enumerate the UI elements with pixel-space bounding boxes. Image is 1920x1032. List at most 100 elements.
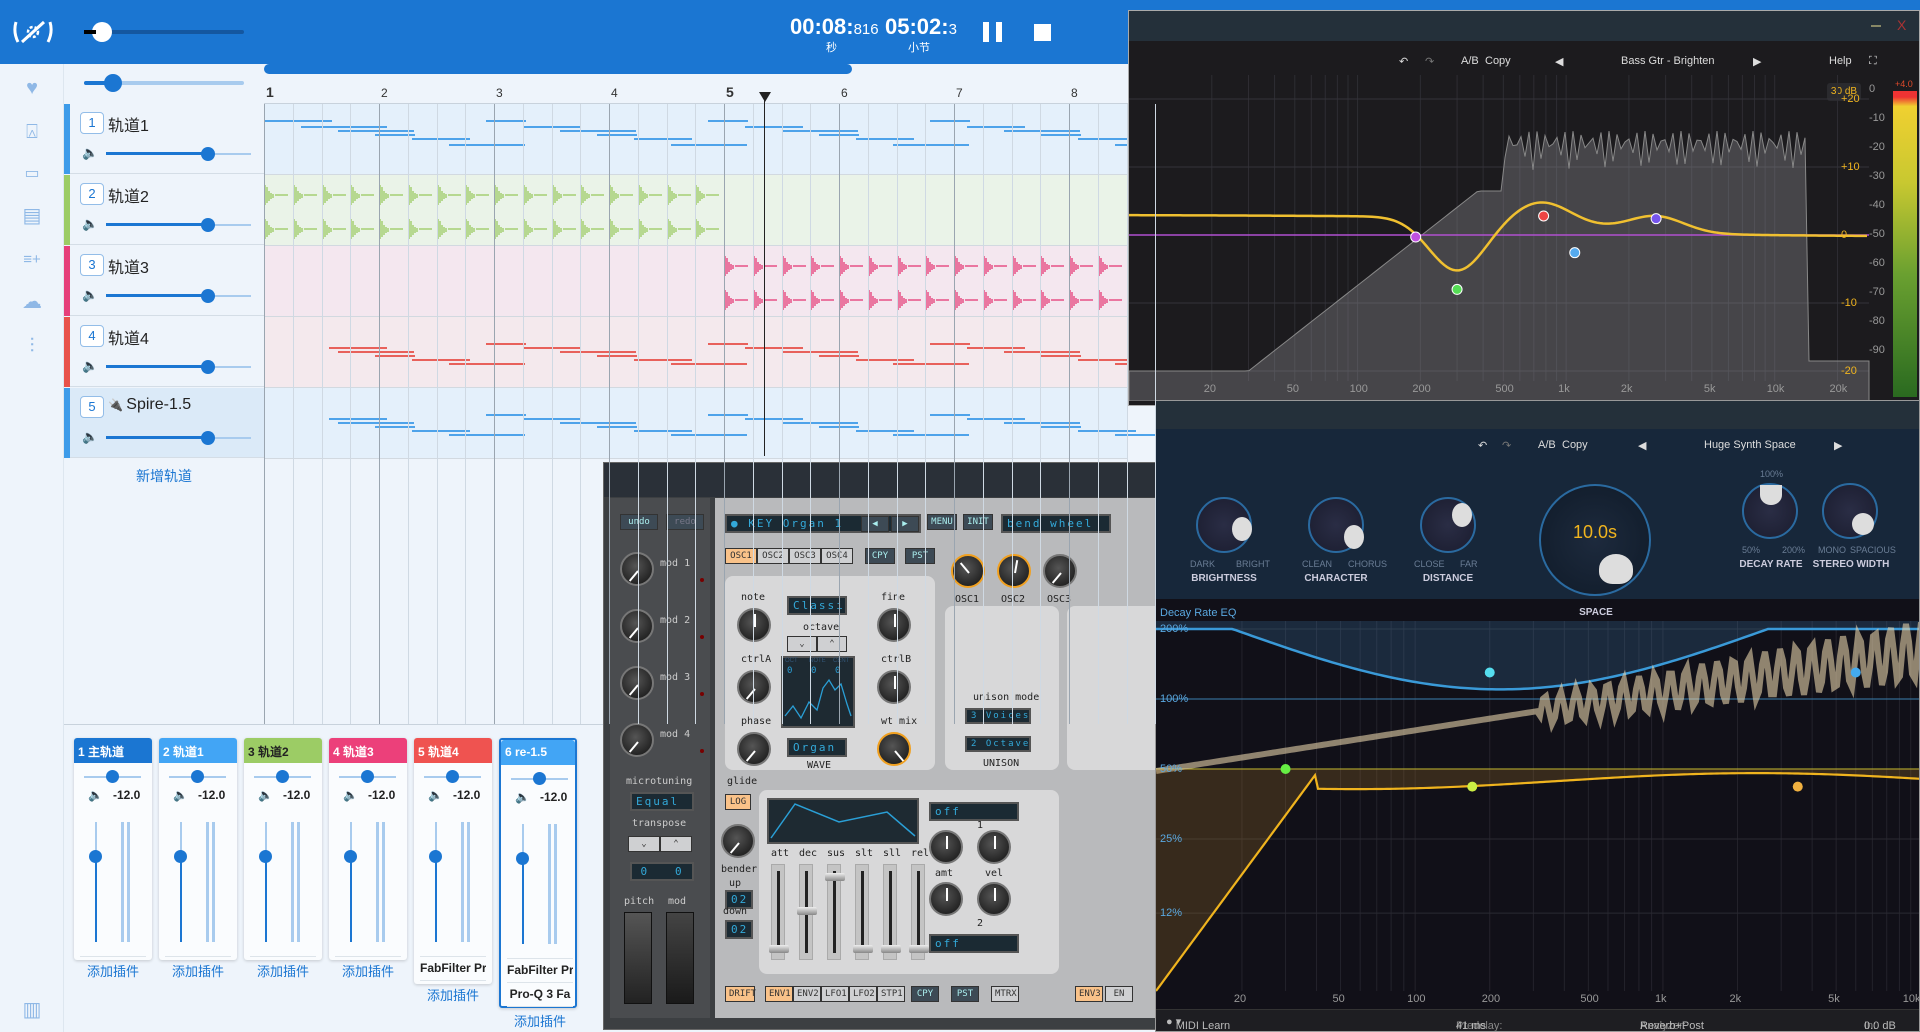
redo-icon[interactable]: ↷ xyxy=(1425,55,1434,68)
speaker-icon[interactable]: 🔈 xyxy=(88,788,103,802)
env-dec-slider[interactable] xyxy=(797,864,817,960)
env-rel-slider[interactable] xyxy=(909,864,929,960)
minimize-button[interactable] xyxy=(1871,25,1881,27)
preset-next-button[interactable]: ▶ xyxy=(891,516,919,532)
track-volume-slider[interactable] xyxy=(106,431,251,445)
preset-name[interactable]: Huge Synth Space xyxy=(1704,439,1796,451)
add-list-icon[interactable]: ≡+ xyxy=(20,248,44,272)
env-tab-lfo1[interactable]: LFO1 xyxy=(821,986,849,1002)
timeline-ruler[interactable]: 1 2 3 4 5 6 7 8 xyxy=(264,74,1128,104)
speaker-icon[interactable]: 🔈 xyxy=(82,216,98,232)
speaker-icon[interactable]: 🔈 xyxy=(428,788,443,802)
unison-voices-display[interactable]: 3 Voices xyxy=(965,708,1031,724)
track-name[interactable]: 轨道1 xyxy=(108,112,149,136)
volume-fader[interactable] xyxy=(516,824,529,944)
env-amt-knob-1[interactable] xyxy=(929,830,963,864)
undo-icon[interactable]: ↶ xyxy=(1399,55,1408,68)
stereo-width-knob[interactable] xyxy=(1822,483,1878,539)
fine-knob[interactable] xyxy=(877,608,911,642)
add-plugin-button[interactable]: 添加插件 xyxy=(507,1006,573,1030)
plugin-slot[interactable]: FabFilter Pro-Q xyxy=(420,956,486,975)
decay-rate-knob[interactable] xyxy=(1742,483,1798,539)
preset-next-icon[interactable]: ▶ xyxy=(1834,439,1842,452)
preset-prev-icon[interactable]: ◀ xyxy=(1555,55,1563,68)
mixer-strip-header[interactable]: 2 轨道1 xyxy=(159,738,237,763)
track-volume-slider[interactable] xyxy=(106,360,251,374)
pan-slider[interactable] xyxy=(339,770,396,783)
speaker-icon[interactable]: 🔈 xyxy=(343,788,358,802)
help-button[interactable]: Help xyxy=(1829,55,1852,67)
speaker-icon[interactable]: 🔈 xyxy=(258,788,273,802)
env-vel-knob-2[interactable] xyxy=(977,882,1011,916)
add-plugin-button[interactable]: 添加插件 xyxy=(80,956,146,980)
transpose-display[interactable]: 0 0 xyxy=(630,862,694,881)
env-mod-1-display[interactable]: off xyxy=(929,802,1019,821)
plugin-slot[interactable]: FabFilter Pro-R xyxy=(507,958,573,977)
env-tab-stp1[interactable]: STP1 xyxy=(877,986,905,1002)
env-tab-env2[interactable]: ENV2 xyxy=(793,986,821,1002)
volume-fader[interactable] xyxy=(174,822,187,942)
preset-prev-button[interactable]: ◀ xyxy=(861,516,889,532)
env-sll-slider[interactable] xyxy=(881,864,901,960)
track-volume-slider[interactable] xyxy=(106,289,251,303)
playhead-marker[interactable] xyxy=(759,92,772,102)
pan-slider[interactable] xyxy=(511,772,568,785)
pan-slider[interactable] xyxy=(169,770,226,783)
track-header[interactable]: 2 轨道2 🔈 xyxy=(64,175,264,245)
osc-tab-osc4[interactable]: OSC4 xyxy=(821,548,853,564)
decay-eq-handle-2[interactable] xyxy=(1850,667,1861,678)
pause-button[interactable] xyxy=(983,22,1003,42)
speaker-icon[interactable]: 🔈 xyxy=(515,790,530,804)
menu-button[interactable]: MENU xyxy=(927,514,957,530)
undo-button[interactable]: undo xyxy=(620,514,658,530)
copy-button[interactable]: Copy xyxy=(1485,55,1511,67)
fullscreen-icon[interactable]: ⛶ xyxy=(1869,55,1877,68)
pan-slider[interactable] xyxy=(424,770,481,783)
osc-mix-knob[interactable] xyxy=(951,554,985,588)
add-plugin-button[interactable]: 添加插件 xyxy=(250,956,316,980)
mod-wheel[interactable] xyxy=(666,912,694,1004)
track-name[interactable]: 轨道3 xyxy=(108,254,149,278)
add-plugin-button[interactable]: 添加插件 xyxy=(165,956,231,980)
env-tab-env4[interactable]: EN xyxy=(1105,986,1133,1002)
mixer-strip-header[interactable]: 3 轨道2 xyxy=(244,738,322,763)
microtuning-display[interactable]: Equal xyxy=(630,792,694,811)
pro-r-title-bar[interactable] xyxy=(1156,401,1919,429)
eq-band-5-handle[interactable] xyxy=(1650,213,1662,225)
matrix-button[interactable]: MTRX xyxy=(991,986,1019,1002)
init-button[interactable]: INIT xyxy=(963,514,993,530)
ruler-icon[interactable]: ▭ xyxy=(20,162,44,186)
ab-button[interactable]: A/B xyxy=(1538,439,1556,451)
envelope-display[interactable] xyxy=(767,798,919,844)
ab-button[interactable]: A/B xyxy=(1461,55,1479,67)
decay-rate-eq-graph[interactable] xyxy=(1156,621,1920,1011)
ctrlB-knob[interactable] xyxy=(877,670,911,704)
mixer-strip[interactable]: 5 轨道4 🔈 -12.0 FabFilter Pro-Q 添加插件 xyxy=(414,738,492,1003)
volume-fader[interactable] xyxy=(344,822,357,942)
decay-eq-handle-1[interactable] xyxy=(1484,667,1495,678)
file-icon[interactable]: ▤ xyxy=(20,204,44,228)
brightness-knob[interactable] xyxy=(1196,497,1252,553)
osc-copy-button[interactable]: CPY xyxy=(865,548,895,564)
mixer-strip-header[interactable]: 6 re-1.5 xyxy=(501,740,575,765)
octave-down-button[interactable]: ⌄ xyxy=(787,636,817,652)
mixer-strip[interactable]: 6 re-1.5 🔈 -12.0 FabFilter Pro-R Pro-Q 3 Fa 添… xyxy=(499,738,577,1029)
mixer-strip-header[interactable]: 1 主轨道 xyxy=(74,738,152,763)
wtmix-knob[interactable] xyxy=(877,732,911,766)
master-volume-slider[interactable] xyxy=(84,22,244,42)
osc-mode-display[interactable]: Classic xyxy=(787,596,847,615)
track-volume-slider[interactable] xyxy=(106,147,251,161)
eq-band-2-handle[interactable] xyxy=(1451,283,1463,295)
track-header[interactable]: 1 轨道1 🔈 xyxy=(64,104,264,174)
speaker-icon[interactable]: 🔈 xyxy=(173,788,188,802)
transpose-up-button[interactable]: ⌃ xyxy=(660,836,692,852)
waveform-icon[interactable]: ⫶ xyxy=(20,334,44,358)
env-tab-env1[interactable]: ENV1 xyxy=(765,986,793,1002)
character-knob[interactable] xyxy=(1308,497,1364,553)
env-vel-knob-1[interactable] xyxy=(977,830,1011,864)
pro-q-eq-graph[interactable] xyxy=(1129,75,1889,401)
env-tab-env3[interactable]: ENV3 xyxy=(1075,986,1103,1002)
plugin-slot[interactable]: Pro-Q 3 Fa xyxy=(507,982,573,1001)
env-tab-lfo2[interactable]: LFO2 xyxy=(849,986,877,1002)
wave-display[interactable]: Organ 2 xyxy=(787,738,847,757)
